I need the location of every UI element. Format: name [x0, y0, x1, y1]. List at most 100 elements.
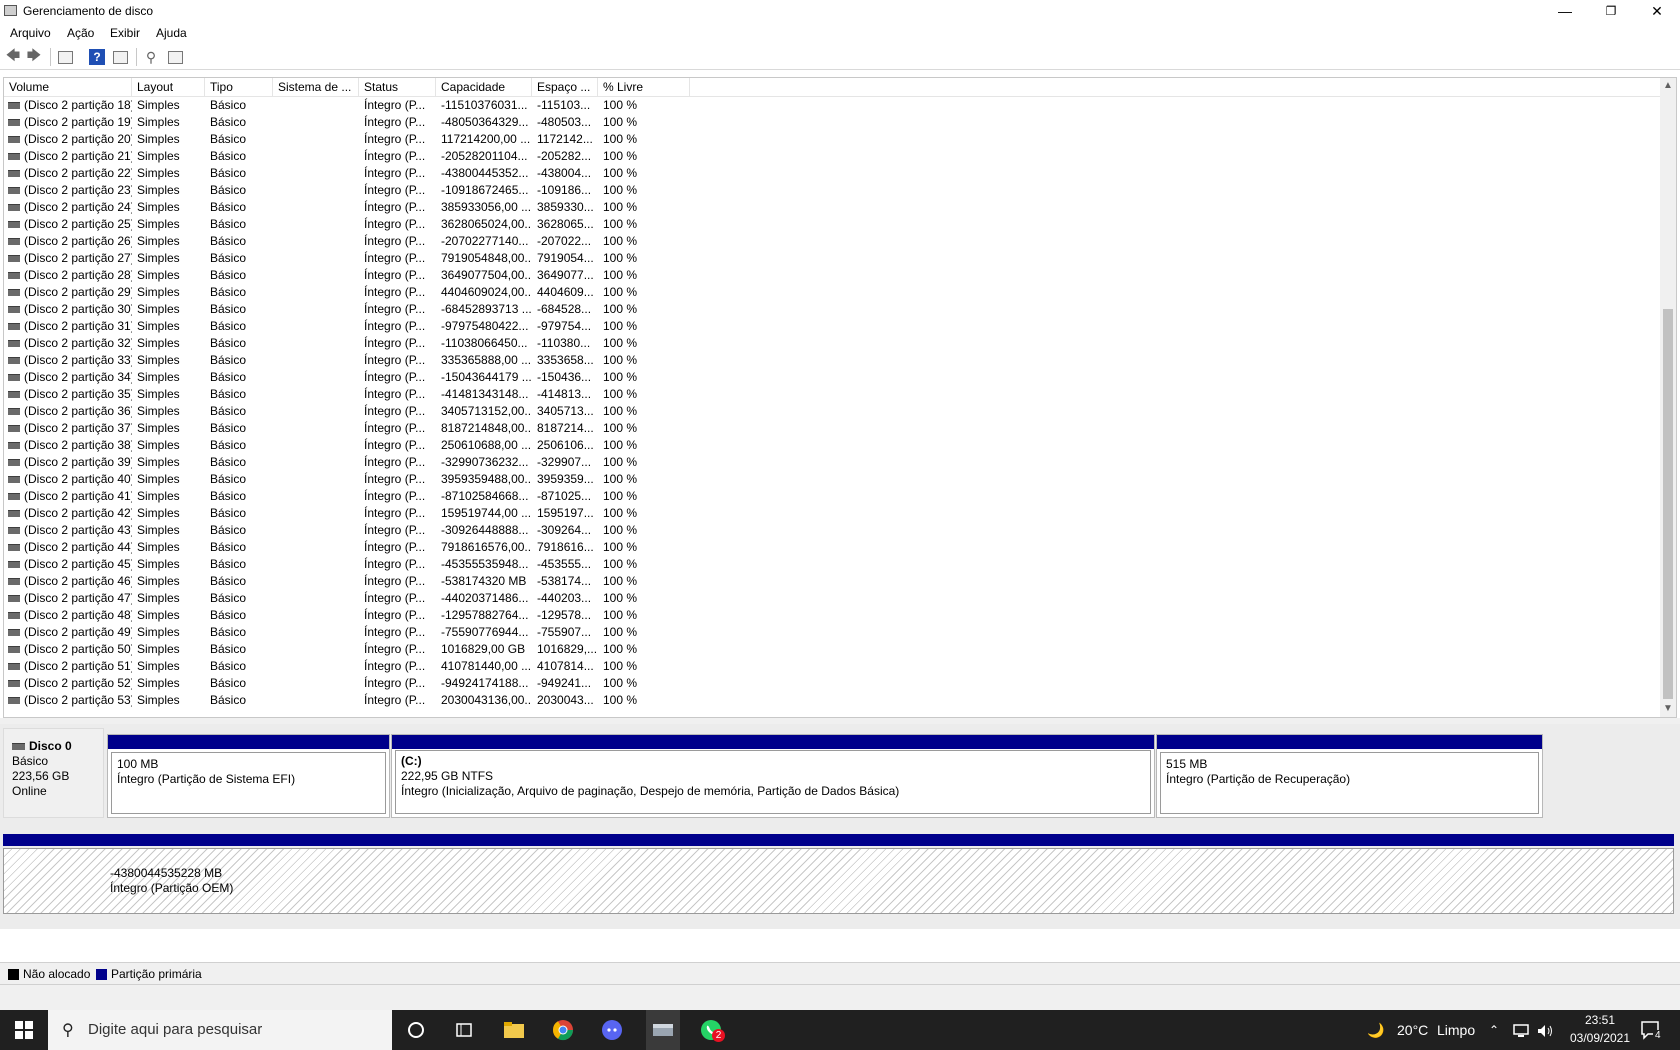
table-row[interactable]: (Disco 2 partição 42) Simples Básico Íntegr… — [4, 505, 1664, 522]
chevron-up-icon[interactable]: ⌃ — [1489, 1010, 1499, 1050]
cell-espaco: -207022... — [537, 234, 592, 248]
table-row[interactable]: (Disco 2 partição 28) Simples Básico Íntegr… — [4, 267, 1664, 284]
cell-status: Íntegro (P... — [364, 234, 426, 248]
weather-text[interactable]: Limpo — [1437, 1010, 1475, 1050]
temperature[interactable]: 20°C — [1397, 1010, 1428, 1050]
table-row[interactable]: (Disco 2 partição 35) Simples Básico Íntegr… — [4, 386, 1664, 403]
column-filesystem[interactable]: Sistema de ... — [273, 78, 359, 96]
table-row[interactable]: (Disco 2 partição 53) Simples Básico Íntegr… — [4, 692, 1664, 709]
column-layout[interactable]: Layout — [132, 78, 205, 96]
menu-exibir[interactable]: Exibir — [110, 26, 140, 40]
disk-0-label[interactable]: Disco 0 Básico 223,56 GB Online — [3, 728, 104, 818]
cell-livre: 100 % — [603, 676, 638, 690]
scroll-up-icon[interactable]: ▲ — [1660, 78, 1676, 94]
table-row[interactable]: (Disco 2 partição 29) Simples Básico Íntegr… — [4, 284, 1664, 301]
back-arrow-icon[interactable]: 🡄 — [5, 47, 21, 65]
close-button[interactable]: ✕ — [1634, 0, 1680, 22]
scroll-down-icon[interactable]: ▼ — [1660, 701, 1676, 717]
table-row[interactable]: (Disco 2 partição 31) Simples Básico Íntegr… — [4, 318, 1664, 335]
windows-start-icon[interactable] — [0, 1010, 48, 1050]
taskbar-search[interactable]: ⚲ Digite aqui para pesquisar — [48, 1010, 392, 1050]
minimize-button[interactable]: — — [1542, 0, 1588, 22]
cell-livre: 100 % — [603, 217, 638, 231]
table-row[interactable]: (Disco 2 partição 38) Simples Básico Íntegr… — [4, 437, 1664, 454]
cell-capacidade: -11510376031... — [441, 98, 528, 112]
table-row[interactable]: (Disco 2 partição 50) Simples Básico Íntegr… — [4, 641, 1664, 658]
partition-recovery[interactable]: 515 MB Íntegro (Partição de Recuperação) — [1156, 734, 1543, 818]
table-row[interactable]: (Disco 2 partição 21) Simples Básico Íntegr… — [4, 148, 1664, 165]
table-row[interactable]: (Disco 2 partição 20) Simples Básico Íntegr… — [4, 131, 1664, 148]
weather-icon[interactable]: 🌙 — [1367, 1010, 1384, 1050]
column-volume[interactable]: Volume — [4, 78, 132, 96]
help-icon[interactable]: ? — [89, 49, 105, 65]
table-row[interactable]: (Disco 2 partição 44) Simples Básico Íntegr… — [4, 539, 1664, 556]
menu-ajuda[interactable]: Ajuda — [156, 26, 187, 40]
chrome-icon[interactable] — [549, 1016, 577, 1044]
table-row[interactable]: (Disco 2 partição 34) Simples Básico Íntegr… — [4, 369, 1664, 386]
clock-date[interactable]: 03/09/2021 — [1560, 1031, 1640, 1045]
settings-icon[interactable] — [168, 51, 183, 64]
forward-arrow-icon[interactable]: 🡆 — [26, 47, 42, 65]
table-row[interactable]: (Disco 2 partição 24) Simples Básico Íntegr… — [4, 199, 1664, 216]
cell-espaco: 2030043... — [537, 693, 594, 707]
cell-espaco: -205282... — [537, 149, 592, 163]
table-row[interactable]: (Disco 2 partição 36) Simples Básico Íntegr… — [4, 403, 1664, 420]
console-tree-icon[interactable] — [113, 51, 128, 64]
table-row[interactable]: (Disco 2 partição 43) Simples Básico Íntegr… — [4, 522, 1664, 539]
task-view-icon[interactable] — [450, 1016, 478, 1044]
whatsapp-icon[interactable]: 2 — [697, 1016, 725, 1044]
oem-partition[interactable] — [3, 848, 1674, 914]
table-row[interactable]: (Disco 2 partição 40) Simples Básico Íntegr… — [4, 471, 1664, 488]
cell-layout: Simples — [137, 591, 180, 605]
partition-efi[interactable]: 100 MB Íntegro (Partição de Sistema EFI) — [107, 734, 390, 818]
column-espaco[interactable]: Espaço ... — [532, 78, 598, 96]
volume-icon — [8, 646, 20, 653]
vertical-scrollbar[interactable]: ▲ ▼ — [1660, 78, 1676, 717]
cell-capacidade: 335365888,00 ... — [441, 353, 532, 367]
table-row[interactable]: (Disco 2 partição 19) Simples Básico Íntegr… — [4, 114, 1664, 131]
table-row[interactable]: (Disco 2 partição 27) Simples Básico Íntegr… — [4, 250, 1664, 267]
table-row[interactable]: (Disco 2 partição 48) Simples Básico Íntegr… — [4, 607, 1664, 624]
volume-icon[interactable] — [1537, 1010, 1555, 1050]
table-row[interactable]: (Disco 2 partição 23) Simples Básico Íntegr… — [4, 182, 1664, 199]
table-row[interactable]: (Disco 2 partição 41) Simples Básico Íntegr… — [4, 488, 1664, 505]
table-row[interactable]: (Disco 2 partição 45) Simples Básico Íntegr… — [4, 556, 1664, 573]
restore-button[interactable]: ❐ — [1588, 0, 1634, 22]
table-row[interactable]: (Disco 2 partição 18) Simples Básico Íntegr… — [4, 97, 1664, 114]
properties-icon[interactable] — [58, 51, 73, 64]
volume-icon — [8, 391, 20, 398]
cortana-icon[interactable] — [402, 1016, 430, 1044]
table-row[interactable]: (Disco 2 partição 52) Simples Básico Íntegr… — [4, 675, 1664, 692]
table-row[interactable]: (Disco 2 partição 30) Simples Básico Íntegr… — [4, 301, 1664, 318]
table-row[interactable]: (Disco 2 partição 51) Simples Básico Íntegr… — [4, 658, 1664, 675]
connect-icon[interactable]: ⚲ — [143, 49, 159, 65]
menu-acao[interactable]: Ação — [67, 26, 94, 40]
scroll-thumb[interactable] — [1663, 309, 1673, 699]
table-row[interactable]: (Disco 2 partição 32) Simples Básico Íntegr… — [4, 335, 1664, 352]
cell-livre: 100 % — [603, 234, 638, 248]
column-status[interactable]: Status — [359, 78, 436, 96]
column-livre[interactable]: % Livre — [598, 78, 690, 96]
table-row[interactable]: (Disco 2 partição 37) Simples Básico Íntegr… — [4, 420, 1664, 437]
table-row[interactable]: (Disco 2 partição 33) Simples Básico Íntegr… — [4, 352, 1664, 369]
notification-icon[interactable]: 4 — [1640, 1020, 1663, 1043]
disk-management-icon[interactable] — [646, 1010, 680, 1050]
column-capacidade[interactable]: Capacidade — [436, 78, 532, 96]
table-row[interactable]: (Disco 2 partição 49) Simples Básico Íntegr… — [4, 624, 1664, 641]
network-icon[interactable] — [1513, 1010, 1529, 1050]
table-row[interactable]: (Disco 2 partição 26) Simples Básico Íntegr… — [4, 233, 1664, 250]
file-explorer-icon[interactable] — [500, 1016, 528, 1044]
table-row[interactable]: (Disco 2 partição 46) Simples Básico Íntegr… — [4, 573, 1664, 590]
column-tipo[interactable]: Tipo — [205, 78, 273, 96]
table-row[interactable]: (Disco 2 partição 25) Simples Básico Íntegr… — [4, 216, 1664, 233]
cell-status: Íntegro (P... — [364, 251, 426, 265]
discord-icon[interactable] — [598, 1016, 626, 1044]
table-row[interactable]: (Disco 2 partição 47) Simples Básico Íntegr… — [4, 590, 1664, 607]
cell-capacidade: -15043644179 ... — [441, 370, 532, 384]
cell-volume: (Disco 2 partição 37) — [24, 421, 132, 435]
partition-c[interactable]: (C:) 222,95 GB NTFS Íntegro (Inicializaç… — [391, 734, 1155, 818]
menu-arquivo[interactable]: Arquivo — [10, 26, 51, 40]
table-row[interactable]: (Disco 2 partição 22) Simples Básico Íntegr… — [4, 165, 1664, 182]
clock-time[interactable]: 23:51 — [1570, 1013, 1630, 1027]
table-row[interactable]: (Disco 2 partição 39) Simples Básico Íntegr… — [4, 454, 1664, 471]
